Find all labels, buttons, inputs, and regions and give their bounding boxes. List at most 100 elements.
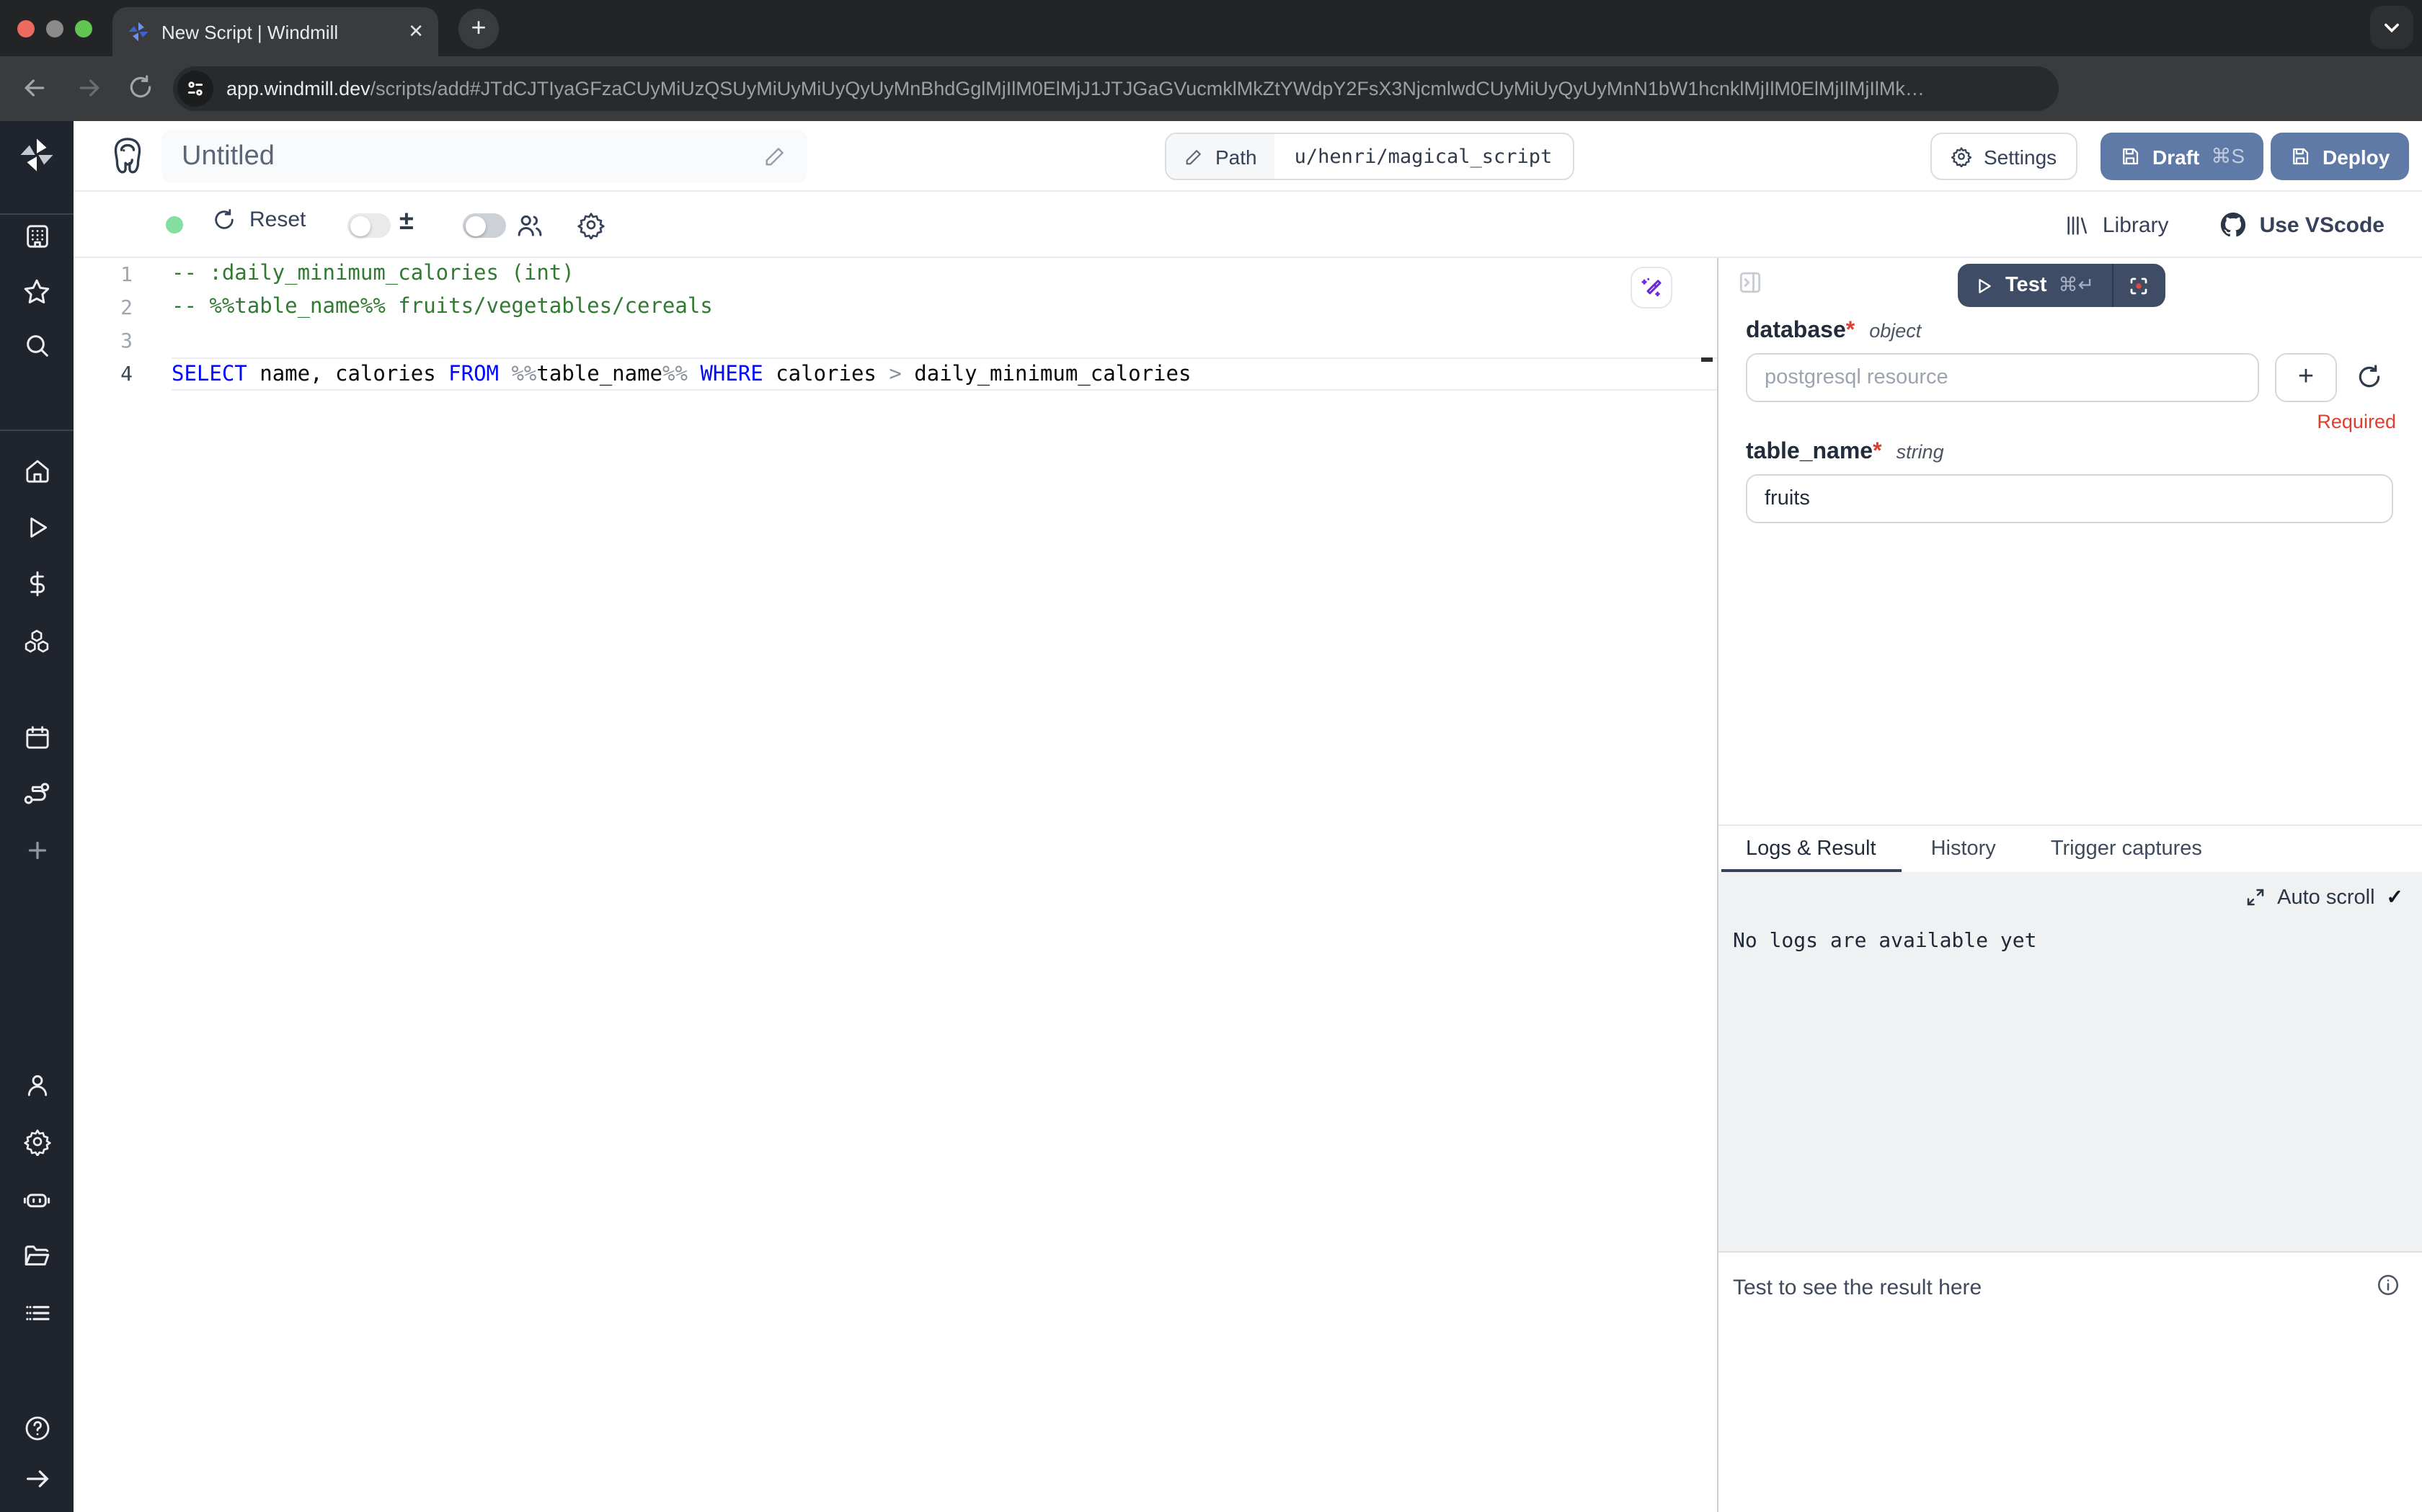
auto-scroll-label: Auto scroll: [2277, 886, 2374, 909]
app-main: Untitled Path u/henri/magical_script Set…: [74, 121, 2422, 1512]
sidebar-item-home[interactable]: [0, 457, 74, 486]
sidebar-item-settings[interactable]: [0, 1127, 74, 1156]
capture-test-icon[interactable]: [2113, 264, 2165, 307]
draft-shortcut: ⌘S: [2211, 144, 2245, 169]
sidebar-item-runs[interactable]: [0, 513, 74, 542]
path-widget[interactable]: Path u/henri/magical_script: [1165, 133, 1574, 180]
code-line-1: -- :daily_minimum_calories (int): [172, 258, 1717, 291]
use-vscode-button[interactable]: Use VScode: [2221, 212, 2385, 238]
sidebar-item-variables[interactable]: [0, 569, 74, 598]
sidebar-item-routes[interactable]: [0, 778, 74, 809]
info-icon[interactable]: [2376, 1273, 2400, 1297]
diff-toggle[interactable]: [347, 213, 391, 238]
draft-label: Draft: [2152, 145, 2199, 168]
line-number: 3: [74, 329, 133, 352]
sidebar-expand-icon[interactable]: [0, 1464, 74, 1493]
field-label-table-name: table_name*string: [1746, 440, 1944, 466]
mac-close-button[interactable]: [17, 20, 35, 37]
site-settings-icon[interactable]: [177, 71, 213, 107]
field-label-database: database*object: [1746, 319, 1921, 344]
logs-empty-message: No logs are available yet: [1733, 930, 2036, 953]
reload-icon[interactable]: [127, 74, 154, 101]
url-path: /scripts/add#JTdCJTIyaGFzaCUyMiUzQSUyMiU…: [371, 78, 2039, 99]
edit-pencil-icon[interactable]: [763, 144, 787, 169]
test-shortcut: ⌘↵: [2059, 274, 2095, 297]
check-icon: ✓: [2387, 885, 2403, 910]
line-number: 2: [74, 296, 133, 319]
tab-history[interactable]: History: [1931, 825, 1996, 873]
url-domain: app.windmill.dev: [226, 78, 371, 99]
library-label: Library: [2103, 213, 2169, 237]
sidebar-item-favorites[interactable]: [0, 277, 74, 307]
line-number: 1: [74, 263, 133, 286]
deploy-label: Deploy: [2323, 145, 2390, 168]
diff-icon: ±: [399, 206, 414, 236]
status-dot: [166, 216, 183, 234]
screen: New Script | Windmill ✕ + app.windmill.d…: [0, 0, 2422, 1512]
code-editor[interactable]: 1 -- :daily_minimum_calories (int) 2 -- …: [74, 258, 1717, 1512]
sidebar-help-icon[interactable]: [0, 1414, 74, 1443]
path-value: u/henri/magical_script: [1274, 134, 1573, 179]
postgresql-icon: [108, 135, 147, 177]
forward-icon[interactable]: [75, 74, 104, 102]
sidebar-item-users[interactable]: [0, 1071, 74, 1100]
required-badge: Required: [2317, 411, 2396, 432]
browser-tab[interactable]: New Script | Windmill ✕: [112, 7, 438, 56]
collapse-panel-icon[interactable]: [1737, 270, 1763, 295]
new-tab-button[interactable]: +: [458, 9, 499, 49]
reset-label: Reset: [249, 208, 306, 232]
windmill-logo[interactable]: [0, 135, 74, 174]
library-button[interactable]: Library: [2065, 213, 2169, 237]
use-vscode-label: Use VScode: [2260, 213, 2385, 237]
sidebar-item-workers[interactable]: [0, 1185, 74, 1215]
sidebar-item-schedules[interactable]: [0, 724, 74, 752]
logs-area: Auto scroll ✓ No logs are available yet: [1718, 872, 2422, 1253]
settings-button[interactable]: Settings: [1930, 133, 2077, 180]
code-line-3: [172, 324, 1717, 357]
app-sidebar: [0, 121, 74, 1512]
sidebar-add-icon[interactable]: [0, 837, 74, 863]
tab-search-button[interactable]: [2370, 6, 2413, 49]
settings-label: Settings: [1984, 145, 2057, 168]
tab-trigger-captures[interactable]: Trigger captures: [2051, 825, 2202, 873]
browser-urlbar: app.windmill.dev /scripts/add#JTdCJTIyaG…: [0, 56, 2422, 121]
sidebar-item-workspace[interactable]: [0, 222, 74, 251]
expand-icon[interactable]: [2244, 886, 2266, 908]
tab-close-icon[interactable]: ✕: [408, 20, 424, 43]
line-number-active: 4: [74, 363, 133, 386]
code-line-2: -- %%table_name%% fruits/vegetables/cere…: [172, 291, 1717, 324]
mac-zoom-button[interactable]: [75, 20, 92, 37]
multiplayer-users-icon: [515, 210, 545, 241]
path-label-segment[interactable]: Path: [1166, 134, 1274, 179]
database-input[interactable]: [1746, 353, 2259, 402]
tab-logs-result[interactable]: Logs & Result: [1746, 825, 1876, 873]
url-address-bar[interactable]: app.windmill.dev /scripts/add#JTdCJTIyaG…: [173, 66, 2059, 111]
multiplayer-toggle[interactable]: [463, 213, 506, 238]
deploy-button[interactable]: Deploy: [2271, 133, 2408, 180]
sidebar-item-audit-logs[interactable]: [0, 1299, 74, 1328]
ai-assistant-button[interactable]: [1631, 267, 1672, 308]
path-label: Path: [1215, 145, 1257, 168]
sidebar-item-resources[interactable]: [0, 627, 74, 657]
back-icon[interactable]: [20, 74, 49, 102]
refresh-resources-icon[interactable]: [2356, 363, 2383, 391]
sidebar-item-folders[interactable]: [0, 1241, 74, 1271]
table-name-input[interactable]: [1746, 474, 2393, 523]
draft-button[interactable]: Draft ⌘S: [2101, 133, 2263, 180]
tab-title: New Script | Windmill: [161, 21, 396, 43]
test-button[interactable]: Test ⌘↵: [1958, 264, 2111, 307]
test-button-group: Test ⌘↵: [1958, 264, 2165, 307]
code-line-4: SELECT name, calories FROM %%table_name%…: [172, 357, 1717, 391]
sidebar-item-search[interactable]: [0, 332, 74, 360]
auto-scroll-toggle[interactable]: Auto scroll ✓: [2244, 885, 2403, 910]
add-resource-button[interactable]: +: [2275, 353, 2337, 402]
test-panel: Test ⌘↵ database*object + Required table…: [1718, 258, 2422, 1512]
editor-settings-gear-icon[interactable]: [577, 210, 606, 239]
mac-minimize-button[interactable]: [46, 20, 63, 37]
script-title: Untitled: [182, 141, 763, 172]
result-placeholder: Test to see the result here: [1733, 1276, 1982, 1300]
reset-button[interactable]: Reset: [212, 208, 306, 232]
windmill-favicon: [127, 20, 150, 43]
panel-tabs: Logs & Result History Trigger captures: [1718, 824, 2422, 872]
script-title-input[interactable]: Untitled: [161, 130, 807, 183]
